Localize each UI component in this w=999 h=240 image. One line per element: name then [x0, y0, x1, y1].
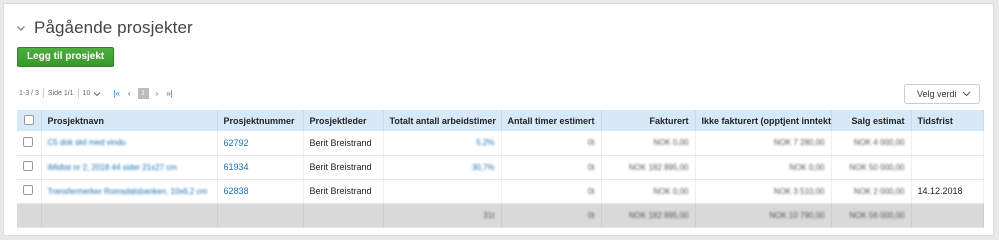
column-header[interactable]: Prosjektnummer	[217, 110, 304, 131]
project-name-link[interactable]: C5 dok skil med vindu	[48, 138, 126, 147]
last-page-button[interactable]: »|	[166, 89, 173, 98]
total-invoiced: NOK 182 895,00	[628, 210, 689, 220]
value-select[interactable]: Velg verdi	[904, 84, 980, 104]
column-header[interactable]: Prosjektnavn	[41, 110, 218, 131]
project-name-link[interactable]: iMidtat nr 2, 2018 44 sider 21x27 cm	[48, 163, 177, 172]
estimated-hours: 0t	[587, 186, 595, 196]
table-row: C5 dok skil med vindu 62792 Berit Breist…	[17, 131, 984, 156]
not-invoiced: NOK 3 510,00	[773, 186, 825, 196]
column-header[interactable]: Totalt antall arbeidstimer	[383, 110, 502, 131]
section-header[interactable]: Pågående prosjekter	[16, 18, 193, 38]
project-number-link[interactable]: 62838	[224, 186, 249, 196]
hours-link[interactable]: 5,2%	[476, 138, 494, 147]
total-hours: 31t	[483, 210, 495, 220]
select-all-checkbox[interactable]	[17, 110, 42, 131]
project-leader: Berit Breistrand	[303, 155, 384, 180]
projects-table: Prosjektnavn Prosjektnummer Prosjektlede…	[17, 110, 984, 228]
pager-page: Side 1/1	[47, 90, 74, 97]
row-checkbox[interactable]	[23, 185, 33, 195]
estimated-hours: 0t	[587, 162, 595, 172]
invoiced: NOK 182 895,00	[628, 162, 689, 172]
invoiced: NOK 0,00	[653, 186, 689, 196]
column-header[interactable]: Prosjektleder	[303, 110, 384, 131]
per-page-value: 10	[82, 90, 91, 97]
chevron-down-icon[interactable]	[16, 23, 26, 33]
value-select-label: Velg verdi	[917, 89, 957, 99]
row-checkbox[interactable]	[23, 161, 33, 171]
project-name-link[interactable]: Transfermerker Romsdalsbanken, 10x6,2 cm	[48, 187, 208, 196]
column-header[interactable]: Antall timer estimert	[501, 110, 602, 131]
table-row: iMidtat nr 2, 2018 44 sider 21x27 cm 619…	[17, 155, 984, 180]
invoiced: NOK 0,00	[653, 138, 689, 148]
sales-estimate: NOK 50 000,00	[849, 162, 905, 172]
total-not-invoiced: NOK 10 790,00	[769, 210, 825, 220]
deadline	[911, 155, 984, 180]
column-header[interactable]: Salg estimat	[831, 110, 912, 131]
per-page-select[interactable]: 10	[83, 90, 102, 97]
next-page-button[interactable]: ›	[156, 89, 159, 98]
pagination: 1-3 / 3 Side 1/1 10 |« ‹ 1 › »|	[19, 88, 177, 99]
current-page[interactable]: 1	[137, 88, 149, 99]
chevron-down-icon	[962, 91, 971, 97]
column-header[interactable]: Fakturert	[601, 110, 696, 131]
chevron-down-icon	[93, 91, 101, 96]
project-leader: Berit Breistrand	[303, 131, 384, 156]
first-page-button[interactable]: |«	[113, 89, 120, 98]
hours-link[interactable]: 30,7%	[472, 163, 495, 172]
table-row: Transfermerker Romsdalsbanken, 10x6,2 cm…	[17, 179, 984, 204]
not-invoiced: NOK 7 280,00	[773, 138, 825, 148]
estimated-hours: 0t	[587, 138, 595, 148]
pager-divider	[42, 89, 44, 98]
total-sales: NOK 56 000,00	[849, 210, 905, 220]
column-header[interactable]: Ikke fakturert (opptjent inntekt)	[695, 110, 832, 131]
column-header[interactable]: Tidsfrist	[911, 110, 984, 131]
add-project-button[interactable]: Legg til prosjekt	[17, 47, 115, 67]
not-invoiced: NOK 0,00	[789, 162, 825, 172]
row-checkbox[interactable]	[23, 136, 33, 147]
pager-divider	[77, 89, 79, 98]
project-number-link[interactable]: 61934	[224, 162, 249, 172]
projects-panel: Pågående prosjekter Legg til prosjekt 1-…	[3, 3, 994, 236]
totals-row: 31t 0t NOK 182 895,00 NOK 10 790,00 NOK …	[17, 203, 984, 228]
total-estimated: 0t	[587, 210, 595, 220]
project-leader: Berit Breistrand	[303, 179, 384, 204]
prev-page-button[interactable]: ‹	[128, 89, 131, 98]
table-header-row: Prosjektnavn Prosjektnummer Prosjektlede…	[17, 110, 984, 131]
sales-estimate: NOK 4 000,00	[853, 138, 905, 148]
deadline	[911, 131, 984, 156]
section-title: Pågående prosjekter	[34, 18, 193, 37]
sales-estimate: NOK 2 000,00	[853, 186, 905, 196]
deadline: 14.12.2018	[911, 179, 984, 204]
project-number-link[interactable]: 62792	[224, 138, 249, 148]
pager-range: 1-3 / 3	[19, 90, 39, 97]
